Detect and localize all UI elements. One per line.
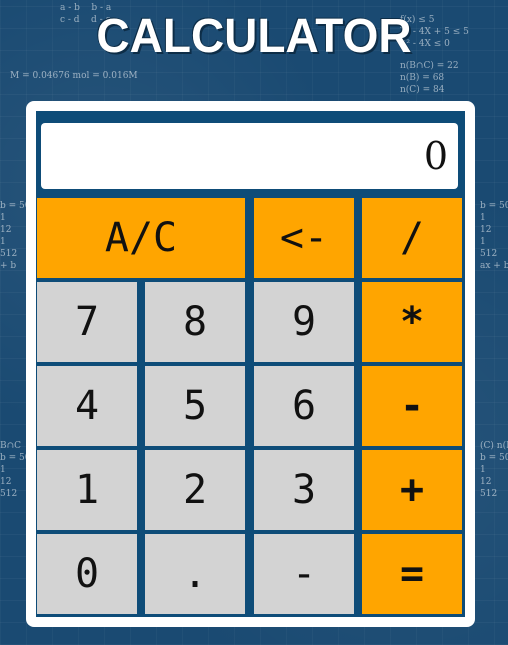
result-display: 0 bbox=[41, 123, 458, 189]
equals-button[interactable]: = bbox=[362, 534, 462, 614]
background-formula: n(B∩C) = 22 n(B) = 68 n(C) = 84 bbox=[400, 61, 459, 95]
digit-3-button[interactable]: 3 bbox=[254, 450, 354, 530]
negate-button[interactable]: - bbox=[254, 534, 354, 614]
digit-7-button[interactable]: 7 bbox=[37, 282, 137, 362]
background-formula: M = 0.04676 mol = 0.016M bbox=[10, 71, 138, 81]
app-title: CALCULATOR bbox=[96, 7, 412, 63]
multiply-button[interactable]: * bbox=[362, 282, 462, 362]
digit-1-button[interactable]: 1 bbox=[37, 450, 137, 530]
digit-2-button[interactable]: 2 bbox=[145, 450, 245, 530]
calculator-frame: 0 A/C <- / 7 8 9 * 4 5 6 - 1 2 3 + 0 . -… bbox=[36, 111, 465, 617]
digit-0-button[interactable]: 0 bbox=[37, 534, 137, 614]
digit-4-button[interactable]: 4 bbox=[37, 366, 137, 446]
decimal-point-button[interactable]: . bbox=[145, 534, 245, 614]
clear-button[interactable]: A/C bbox=[37, 198, 245, 278]
background-formula: b = 5000 1 12 1 512 ax + b bbox=[480, 201, 508, 271]
digit-8-button[interactable]: 8 bbox=[145, 282, 245, 362]
minus-button[interactable]: - bbox=[362, 366, 462, 446]
background-formula: (C) n(B b = 5000 1 12 512 bbox=[480, 441, 508, 499]
calculator-panel: 0 A/C <- / 7 8 9 * 4 5 6 - 1 2 3 + 0 . -… bbox=[26, 101, 475, 627]
divide-button[interactable]: / bbox=[362, 198, 462, 278]
digit-6-button[interactable]: 6 bbox=[254, 366, 354, 446]
backspace-button[interactable]: <- bbox=[254, 198, 354, 278]
plus-button[interactable]: + bbox=[362, 450, 462, 530]
digit-9-button[interactable]: 9 bbox=[254, 282, 354, 362]
digit-5-button[interactable]: 5 bbox=[145, 366, 245, 446]
